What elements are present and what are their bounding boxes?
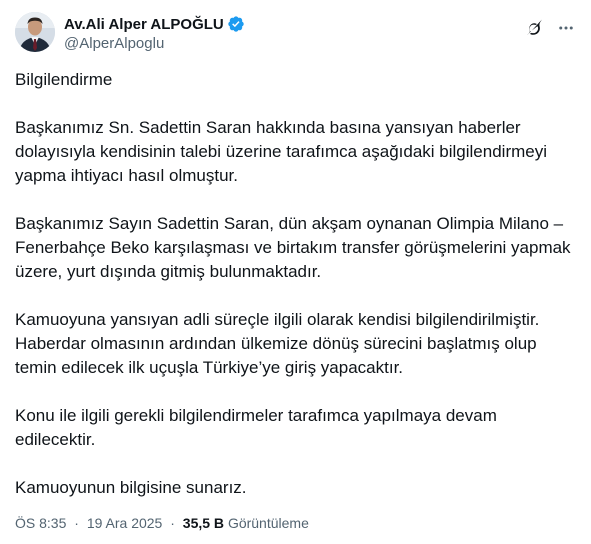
paragraph-2: Başkanımız Sayın Sadettin Saran, dün akş… — [15, 214, 571, 281]
meta-separator-2: · — [170, 515, 175, 531]
paragraph-1: Başkanımız Sn. Sadettin Saran hakkında b… — [15, 118, 547, 185]
display-name[interactable]: Av.Ali Alper ALPOĞLU — [64, 16, 224, 33]
verified-badge-icon — [227, 15, 245, 33]
grok-button[interactable] — [520, 14, 548, 42]
post-date[interactable]: 19 Ara 2025 — [87, 515, 163, 531]
post-time[interactable]: ÖS 8:35 — [15, 515, 66, 531]
views-label: Görüntüleme — [227, 515, 309, 531]
paragraph-4: Konu ile ilgili gerekli bilgilendirmeler… — [15, 406, 497, 449]
paragraph-5: Kamuoyunun bilgisine sunarız. — [15, 478, 247, 497]
author-handle[interactable]: @AlperAlpoglu — [64, 35, 245, 52]
tweet-text: Bilgilendirme Başkanımız Sn. Sadettin Sa… — [15, 68, 580, 524]
tweet-header: Av.Ali Alper ALPOĞLU @AlperAlpoglu — [15, 12, 580, 56]
display-name-row: Av.Ali Alper ALPOĞLU — [64, 14, 245, 34]
tweet: Av.Ali Alper ALPOĞLU @AlperAlpoglu Bilgi… — [0, 0, 591, 544]
header-actions — [516, 14, 580, 42]
paragraph-heading: Bilgilendirme — [15, 70, 113, 89]
more-options-button[interactable] — [552, 14, 580, 42]
grok-icon — [527, 19, 542, 35]
more-icon — [559, 26, 573, 30]
tweet-meta: ÖS 8:35 · 19 Ara 2025 · 35,5 B Görüntüle… — [15, 515, 309, 531]
author-names: Av.Ali Alper ALPOĞLU @AlperAlpoglu — [64, 14, 245, 52]
paragraph-3: Kamuoyuna yansıyan adli süreçle ilgili o… — [15, 310, 540, 377]
avatar-image — [15, 12, 55, 52]
meta-separator: · — [74, 515, 79, 531]
avatar[interactable] — [15, 12, 55, 52]
views-count[interactable]: 35,5 B — [183, 515, 224, 531]
